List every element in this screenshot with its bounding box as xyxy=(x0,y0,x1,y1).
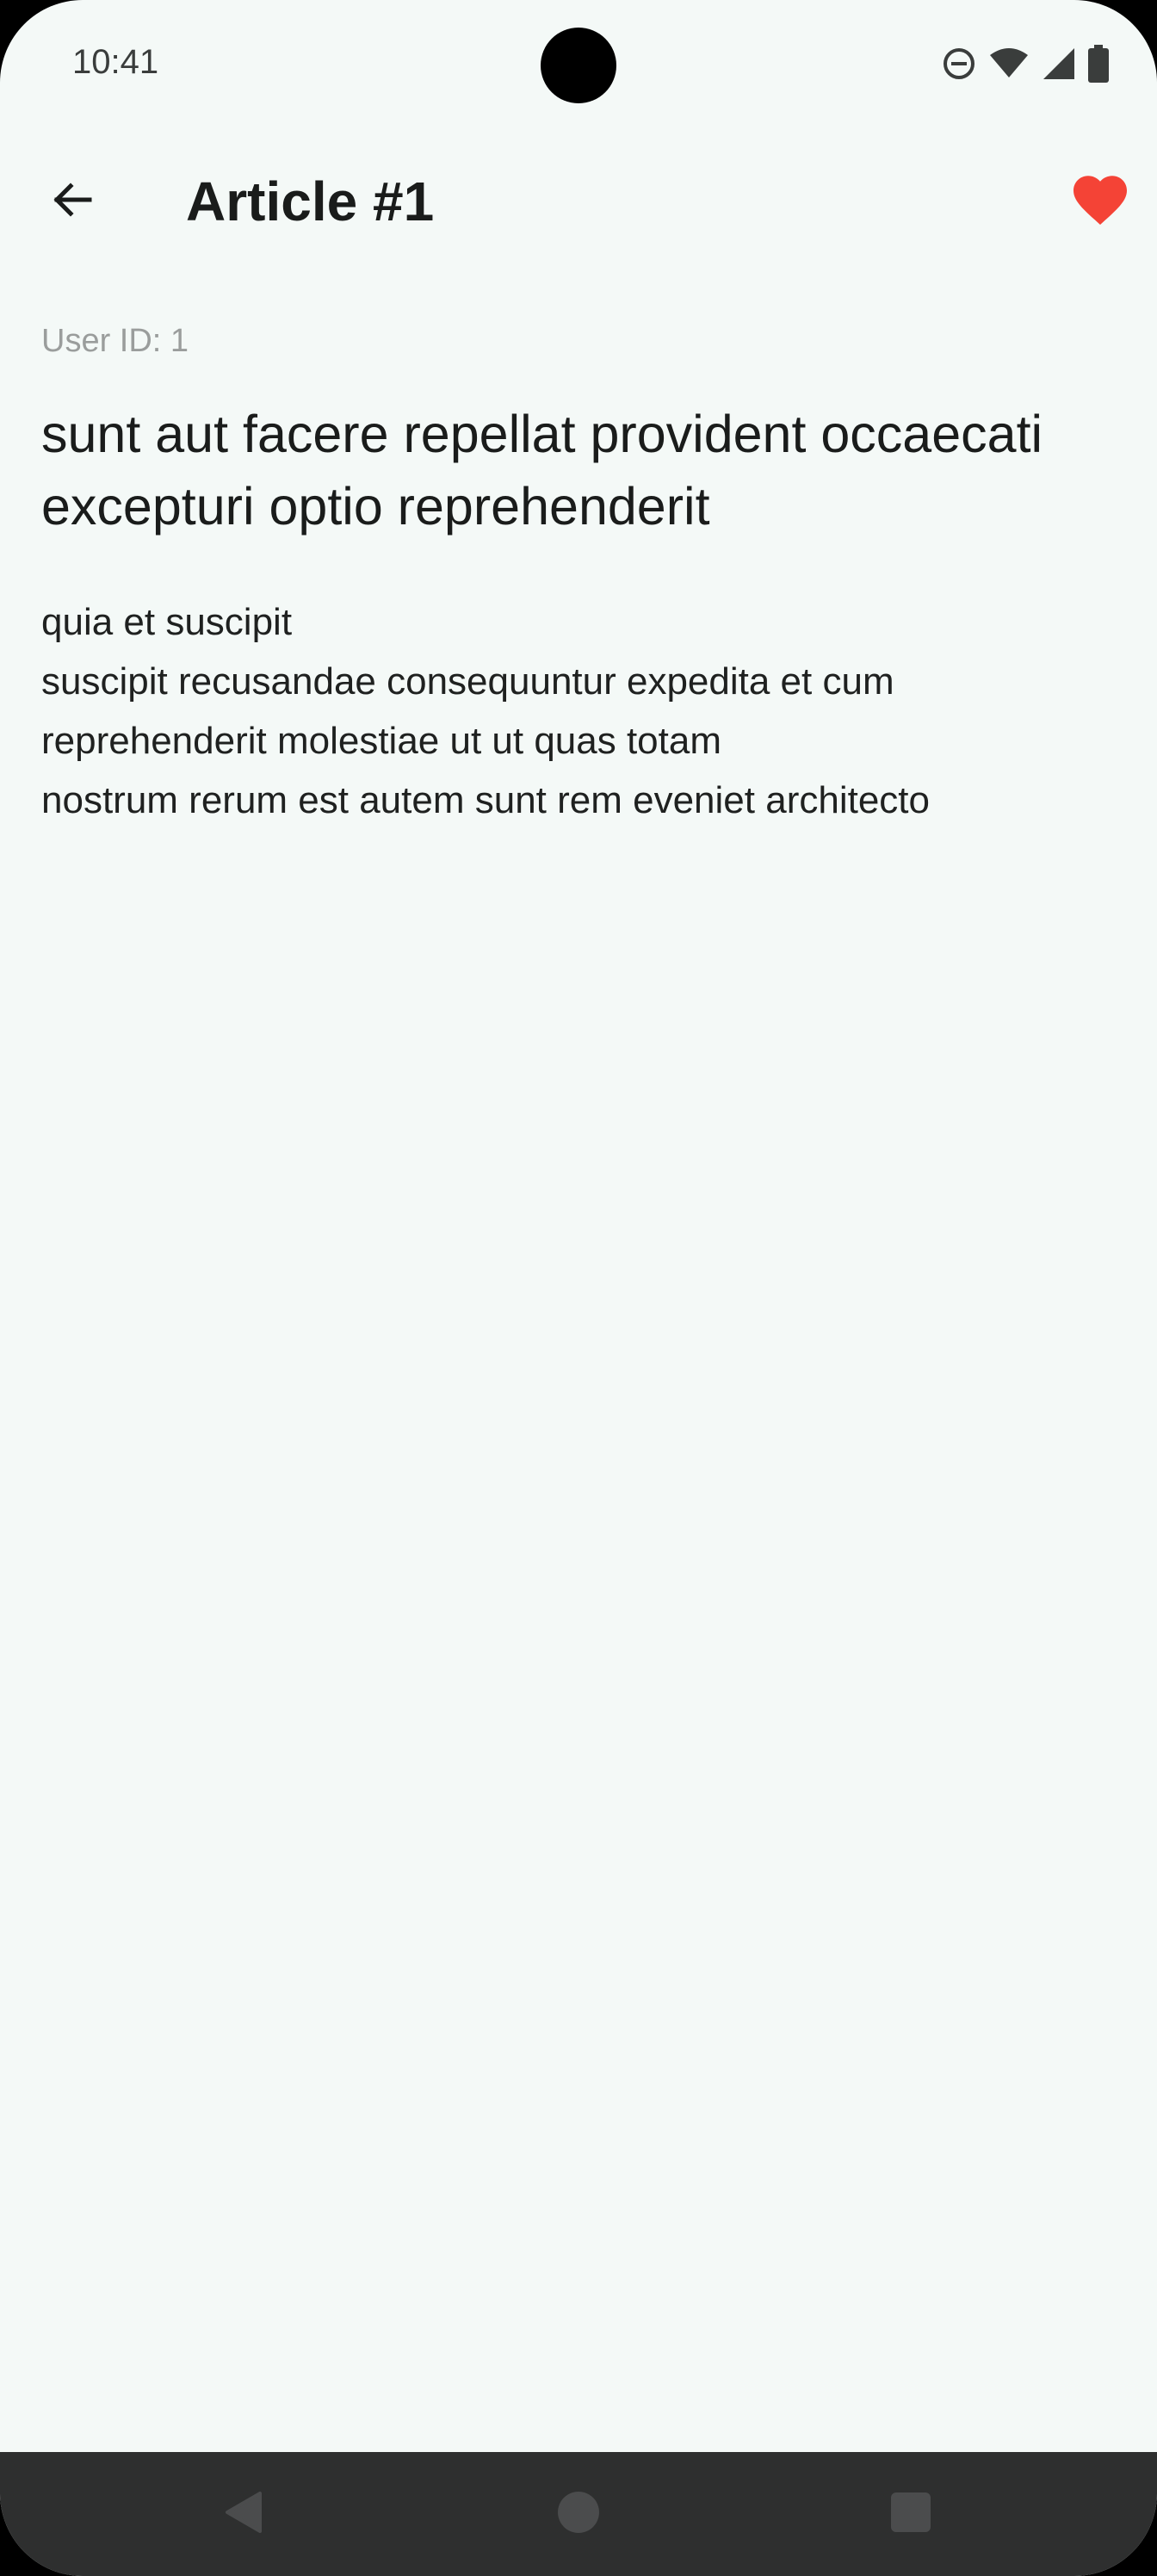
battery-icon xyxy=(1088,45,1109,83)
article-title: sunt aut facere repellat provident occae… xyxy=(41,405,1043,536)
heart-icon xyxy=(1073,175,1128,229)
article-body: quia et suscipit suscipit recusandae con… xyxy=(41,601,930,821)
back-triangle-icon xyxy=(220,2488,269,2541)
user-id-label: User ID: 1 xyxy=(41,323,189,359)
status-icons xyxy=(942,43,1109,84)
nav-recents-button[interactable] xyxy=(880,2483,942,2545)
back-button[interactable] xyxy=(31,170,114,232)
app-screen: 10:41 Article #1 User ID: 1 sunt aut fac… xyxy=(0,0,1157,2576)
article-content: User ID: 1 sunt aut facere repellat prov… xyxy=(41,320,1117,830)
camera-cutout xyxy=(541,28,616,103)
favorite-button[interactable] xyxy=(1059,167,1142,236)
recents-square-icon xyxy=(887,2488,935,2541)
system-navigation-bar xyxy=(0,2452,1157,2576)
wifi-icon xyxy=(988,46,1030,81)
nav-home-button[interactable] xyxy=(548,2483,609,2545)
status-time: 10:41 xyxy=(72,43,159,81)
nav-back-button[interactable] xyxy=(213,2483,275,2545)
status-bar: 10:41 xyxy=(0,0,1157,129)
do-not-disturb-icon xyxy=(942,46,976,81)
arrow-left-icon xyxy=(48,176,96,228)
signal-icon xyxy=(1042,46,1076,81)
app-bar: Article #1 xyxy=(0,145,1157,258)
home-circle-icon xyxy=(554,2488,603,2541)
page-title: Article #1 xyxy=(186,170,435,232)
